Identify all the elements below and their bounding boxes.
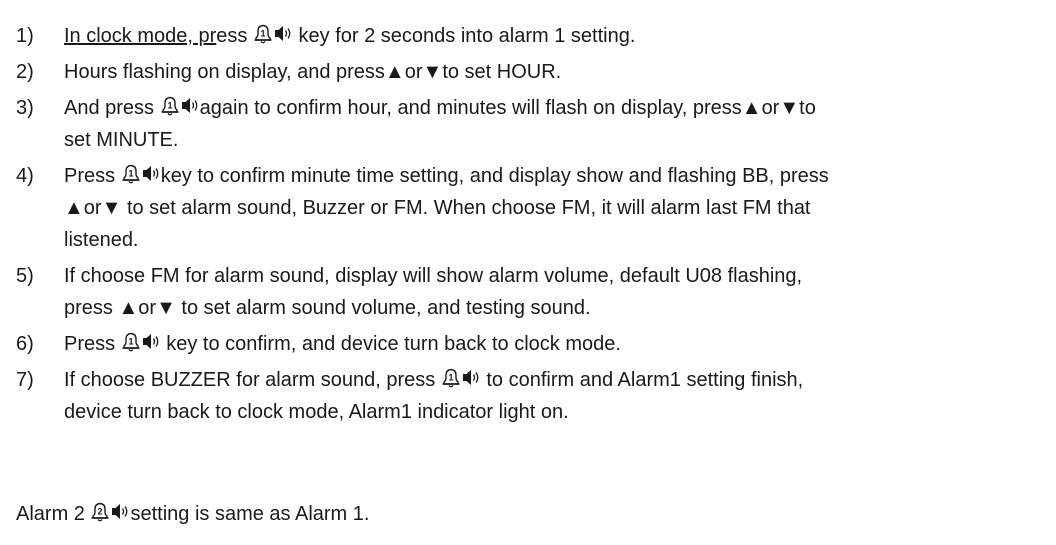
step-text: Press 1 key to confirm minute time settin… (64, 160, 829, 195)
alarm-1-speaker-icon: 1 (441, 367, 481, 399)
step-text-continued: set MINUTE. (64, 129, 179, 151)
step-number: 5) (16, 265, 34, 287)
step-text: Hours flashing on display, and press▲or▼… (64, 61, 562, 83)
up-triangle-icon: ▲ (118, 297, 139, 319)
up-triangle-icon: ▲ (384, 61, 405, 83)
step-number: 4) (16, 165, 34, 187)
step-text-continued: listened. (64, 229, 139, 251)
down-triangle-icon: ▼ (156, 297, 176, 319)
svg-text:1: 1 (128, 337, 133, 347)
step-text: And press 1 again to confirm hour, and mi… (64, 92, 816, 127)
step-text: If choose BUZZER for alarm sound, press … (64, 364, 803, 399)
down-triangle-icon: ▼ (779, 97, 800, 119)
svg-text:1: 1 (260, 29, 265, 39)
alarm-1-speaker-icon: 1 (121, 163, 161, 195)
step-number: 2) (16, 61, 34, 83)
step-number: 3) (16, 97, 34, 119)
svg-text:1: 1 (128, 169, 133, 179)
up-triangle-icon: ▲ (64, 197, 84, 219)
alarm-1-speaker-icon: 1 (160, 95, 200, 127)
step-text: If choose FM for alarm sound, display wi… (64, 265, 803, 287)
alarm-2-speaker-icon: 2 (90, 501, 130, 533)
step-number: 6) (16, 333, 34, 355)
svg-text:1: 1 (167, 101, 172, 111)
svg-text:2: 2 (98, 507, 103, 517)
step-number: 7) (16, 369, 34, 391)
step-text-continued: ▲or▼ to set alarm sound, Buzzer or FM. W… (64, 197, 811, 219)
down-triangle-icon: ▼ (101, 197, 122, 219)
step-text: In clock mode, press 1 key for 2 seconds… (64, 20, 635, 55)
step-text-continued: press ▲or▼ to set alarm sound volume, an… (64, 297, 591, 319)
alarm-2-note: Alarm 2 2 setting is same as Alarm 1. (16, 498, 369, 533)
down-triangle-icon: ▼ (422, 61, 443, 83)
alarm-1-speaker-icon: 1 (253, 23, 293, 55)
svg-text:1: 1 (448, 373, 453, 383)
step-text-continued: device turn back to clock mode, Alarm1 i… (64, 401, 569, 423)
alarm-1-speaker-icon: 1 (121, 331, 161, 363)
step-text: Press 1 key to confirm, and device turn … (64, 328, 621, 363)
up-triangle-icon: ▲ (741, 97, 762, 119)
step-number: 1) (16, 25, 34, 47)
